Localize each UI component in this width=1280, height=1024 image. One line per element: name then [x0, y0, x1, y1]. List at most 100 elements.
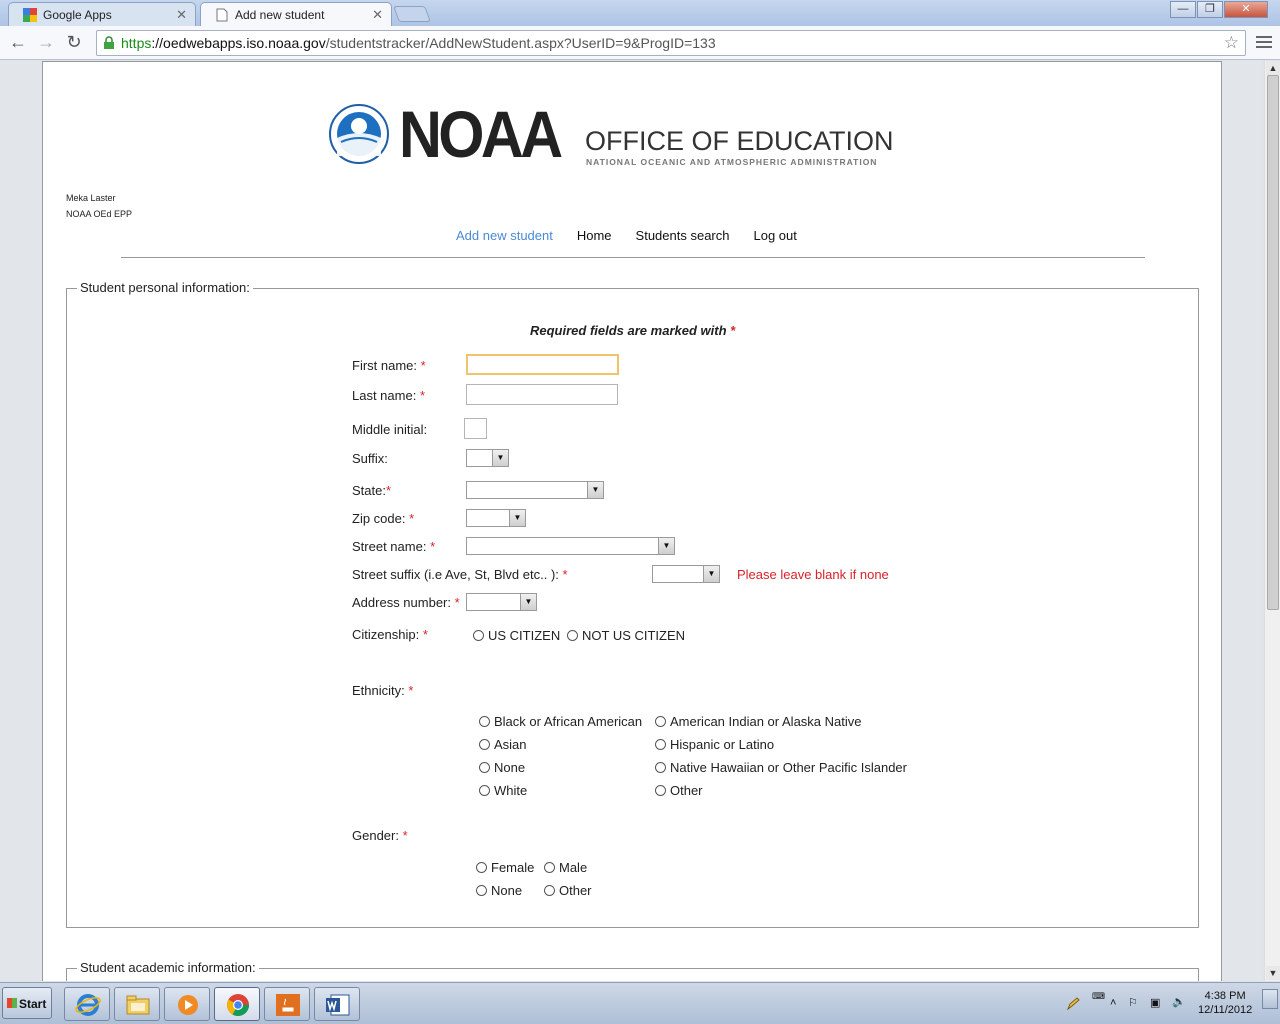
radio-button-icon[interactable] — [544, 885, 555, 896]
bookmark-star-icon[interactable]: ☆ — [1224, 33, 1239, 53]
url-scheme: https — [121, 35, 152, 51]
gender-label: Gender: * — [352, 828, 408, 843]
radio-gender-male[interactable]: Male — [544, 860, 587, 875]
forward-arrow-icon[interactable]: → — [34, 31, 58, 55]
nav-add-new-student[interactable]: Add new student — [456, 228, 553, 243]
clock-time: 4:38 PM — [1204, 990, 1246, 1002]
folder-icon — [126, 995, 150, 1015]
menu-icon[interactable] — [1254, 33, 1274, 51]
close-window-button[interactable]: ✕ — [1224, 1, 1268, 18]
keyboard-icon[interactable]: ⌨ — [1092, 991, 1105, 1002]
radio-button-icon[interactable] — [476, 862, 487, 873]
radio-button-icon[interactable] — [479, 785, 490, 796]
tab-google-apps[interactable]: Google Apps ✕ — [8, 2, 196, 26]
first-name-input[interactable] — [466, 354, 619, 375]
radio-ethnicity-american-indian[interactable]: American Indian or Alaska Native — [655, 714, 861, 729]
tab-label: Google Apps — [43, 8, 112, 22]
page-viewport: NOAA OFFICE OF EDUCATION NATIONAL OCEANI… — [0, 61, 1262, 981]
taskbar-chrome[interactable] — [214, 987, 260, 1021]
last-name-input[interactable] — [466, 384, 618, 405]
logo-subtitle: NATIONAL OCEANIC AND ATMOSPHERIC ADMINIS… — [586, 157, 878, 167]
scroll-down-icon[interactable]: ▼ — [1266, 966, 1280, 980]
radio-ethnicity-black[interactable]: Black or African American — [479, 714, 642, 729]
radio-ethnicity-native-hawaiian[interactable]: Native Hawaiian or Other Pacific Islande… — [655, 760, 907, 775]
radio-button-icon[interactable] — [473, 630, 484, 641]
radio-button-icon[interactable] — [476, 885, 487, 896]
page-scrollbar[interactable]: ▲ ▼ — [1264, 61, 1280, 981]
chevron-down-icon: ▼ — [587, 482, 603, 498]
user-name: Meka Laster — [66, 193, 116, 203]
radio-gender-other[interactable]: Other — [544, 883, 592, 898]
chevron-down-icon: ▼ — [658, 538, 674, 554]
radio-ethnicity-other[interactable]: Other — [655, 783, 703, 798]
taskbar-media-player[interactable] — [164, 987, 210, 1021]
volume-icon[interactable]: 🔈 — [1172, 995, 1186, 1008]
pencil-icon[interactable] — [1066, 997, 1080, 1011]
personal-info-fieldset: Student personal information: Required f… — [66, 280, 1199, 928]
taskbar-explorer[interactable] — [114, 987, 160, 1021]
taskbar-clock[interactable]: 4:38 PM 12/11/2012 — [1198, 989, 1252, 1017]
maximize-button[interactable]: ❐ — [1197, 1, 1223, 18]
back-arrow-icon[interactable]: ← — [6, 31, 30, 55]
academic-info-fieldset: Student academic information: — [66, 960, 1199, 981]
network-icon[interactable]: ▣ — [1150, 996, 1160, 1009]
radio-button-icon[interactable] — [567, 630, 578, 641]
radio-ethnicity-white[interactable]: White — [479, 783, 527, 798]
radio-ethnicity-hispanic[interactable]: Hispanic or Latino — [655, 737, 774, 752]
radio-button-icon[interactable] — [655, 716, 666, 727]
middle-initial-input[interactable] — [464, 418, 487, 439]
scroll-thumb[interactable] — [1267, 75, 1279, 610]
radio-button-icon[interactable] — [655, 762, 666, 773]
radio-button-icon[interactable] — [479, 716, 490, 727]
state-label: State:* — [352, 483, 392, 498]
nav-students-search[interactable]: Students search — [636, 228, 730, 243]
radio-gender-none[interactable]: None — [476, 883, 522, 898]
tab-close-icon[interactable]: ✕ — [176, 7, 187, 23]
page-container: NOAA OFFICE OF EDUCATION NATIONAL OCEANI… — [42, 61, 1222, 981]
address-bar[interactable]: https://oedwebapps.iso.noaa.gov/students… — [96, 30, 1246, 56]
radio-button-icon[interactable] — [544, 862, 555, 873]
state-select[interactable]: ▼ — [466, 481, 604, 499]
browser-titlebar: Google Apps ✕ Add new student ✕ — ❐ ✕ — [0, 0, 1280, 26]
radio-button-icon[interactable] — [655, 739, 666, 750]
street-name-select[interactable]: ▼ — [466, 537, 675, 555]
clock-date: 12/11/2012 — [1198, 1004, 1253, 1016]
nav-home[interactable]: Home — [577, 228, 612, 243]
taskbar-java[interactable] — [264, 987, 310, 1021]
first-name-label: First name: * — [352, 358, 426, 373]
action-center-flag-icon[interactable]: ⚐ — [1128, 996, 1138, 1009]
suffix-select[interactable]: ▼ — [466, 449, 509, 467]
java-icon — [276, 994, 300, 1016]
citizenship-label: Citizenship: * — [352, 627, 428, 642]
scroll-up-icon[interactable]: ▲ — [1266, 61, 1280, 75]
internet-explorer-icon — [75, 994, 101, 1016]
street-suffix-select[interactable]: ▼ — [652, 565, 720, 583]
tab-close-icon[interactable]: ✕ — [372, 7, 383, 23]
zip-code-select[interactable]: ▼ — [466, 509, 526, 527]
radio-button-icon[interactable] — [479, 762, 490, 773]
new-tab-button[interactable] — [393, 6, 431, 22]
radio-button-icon[interactable] — [479, 739, 490, 750]
radio-ethnicity-asian[interactable]: Asian — [479, 737, 527, 752]
taskbar-ie[interactable] — [64, 987, 110, 1021]
radio-gender-female[interactable]: Female — [476, 860, 534, 875]
show-desktop-button[interactable] — [1262, 989, 1278, 1009]
nav-log-out[interactable]: Log out — [754, 228, 797, 243]
radio-us-citizen[interactable]: US CITIZEN — [473, 628, 560, 643]
address-number-label: Address number: * — [352, 595, 460, 610]
tab-add-new-student[interactable]: Add new student ✕ — [200, 2, 392, 26]
address-number-select[interactable]: ▼ — [466, 593, 537, 611]
url-host: ://oedwebapps.iso.noaa.gov — [151, 35, 326, 51]
start-button[interactable]: Start — [2, 987, 52, 1019]
lock-icon — [104, 36, 114, 49]
chevron-up-icon[interactable]: ˄ — [1110, 997, 1116, 1009]
nav-divider — [121, 257, 1145, 258]
noaa-emblem-icon — [329, 104, 389, 164]
reload-icon[interactable]: ↻ — [62, 31, 86, 55]
taskbar-word[interactable] — [314, 987, 360, 1021]
radio-button-icon[interactable] — [655, 785, 666, 796]
media-player-icon — [178, 995, 198, 1015]
radio-not-us-citizen[interactable]: NOT US CITIZEN — [567, 628, 685, 643]
radio-ethnicity-none[interactable]: None — [479, 760, 525, 775]
minimize-button[interactable]: — — [1170, 1, 1196, 18]
